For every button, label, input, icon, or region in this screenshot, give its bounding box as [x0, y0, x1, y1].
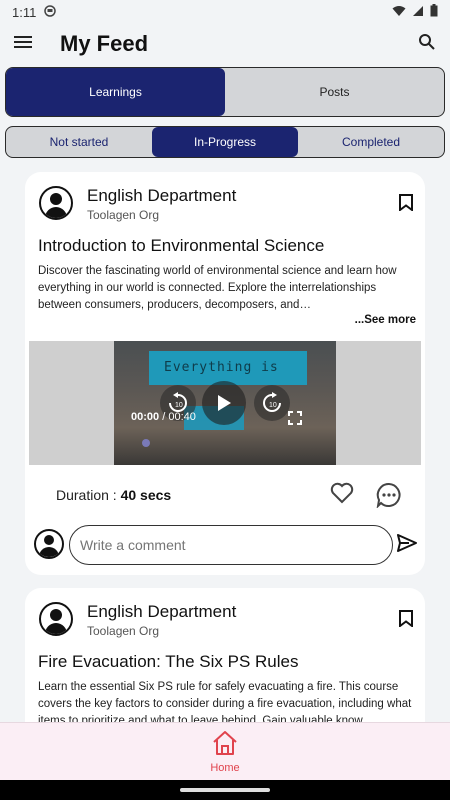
course-description: Learn the essential Six PS rule for safe… — [38, 681, 412, 723]
video-time: 00:00 / 00:40 — [131, 411, 196, 423]
commenter-avatar — [34, 529, 64, 559]
time-separator: / — [162, 411, 166, 423]
svg-text:10: 10 — [175, 402, 183, 409]
progress-filter-bar: Not started In-Progress Completed — [5, 126, 445, 158]
notification-icon — [44, 4, 57, 20]
total-time: 00:40 — [168, 411, 196, 423]
gesture-bar — [0, 780, 450, 800]
card-header: English Department Toolagen Org — [25, 172, 425, 230]
video-overlay-text: Everything is — [164, 360, 279, 375]
duration-label: Duration : — [56, 487, 121, 503]
page-title: My Feed — [60, 31, 149, 56]
main-tab-bar: Learnings Posts — [5, 67, 445, 117]
send-icon[interactable] — [397, 534, 417, 557]
current-time: 00:00 — [131, 411, 160, 423]
department-name: English Department — [87, 186, 237, 205]
seek-handle[interactable] — [142, 439, 150, 447]
video-player[interactable]: Everything is 10 10 00:00 / 00:40 — [29, 341, 421, 465]
heart-icon[interactable] — [330, 482, 354, 509]
see-more-link[interactable]: ...See more — [355, 314, 416, 326]
play-icon[interactable] — [202, 381, 246, 425]
menu-icon[interactable] — [14, 35, 32, 54]
course-title[interactable]: Fire Evacuation: The Six PS Rules — [38, 652, 298, 672]
avatar — [39, 602, 73, 636]
bookmark-icon[interactable] — [399, 610, 413, 632]
comment-input[interactable] — [69, 525, 393, 565]
org-name: Toolagen Org — [87, 208, 160, 222]
tab-in-progress[interactable]: In-Progress — [152, 127, 298, 157]
home-icon[interactable] — [211, 730, 239, 761]
comment-bubble-icon[interactable] — [376, 482, 402, 513]
tab-not-started[interactable]: Not started — [6, 127, 152, 157]
tab-learnings[interactable]: Learnings — [6, 68, 225, 116]
status-time: 1:11 — [12, 4, 37, 20]
department-name: English Department — [87, 602, 237, 621]
tab-posts[interactable]: Posts — [225, 68, 444, 116]
signal-icon — [412, 5, 424, 20]
bottom-navigation: Home — [0, 722, 450, 780]
bookmark-icon[interactable] — [399, 194, 413, 216]
forward-10-icon[interactable]: 10 — [254, 385, 290, 421]
course-description: Discover the fascinating world of enviro… — [38, 265, 397, 311]
card-header: English Department Toolagen Org — [25, 588, 425, 646]
home-indicator[interactable] — [180, 788, 270, 792]
fullscreen-icon[interactable] — [288, 411, 302, 430]
svg-text:10: 10 — [269, 402, 277, 409]
avatar — [39, 186, 73, 220]
status-bar: 1:11 — [0, 0, 450, 24]
feed-card: English Department Toolagen Org Introduc… — [25, 172, 425, 575]
video-frame: Everything is 10 10 00:00 / 00:40 — [114, 341, 336, 465]
duration: Duration : 40 secs — [56, 487, 171, 503]
search-icon[interactable] — [418, 33, 436, 56]
duration-value: 40 secs — [120, 487, 172, 503]
tab-completed[interactable]: Completed — [298, 127, 444, 157]
wifi-icon — [392, 5, 406, 20]
org-name: Toolagen Org — [87, 624, 160, 638]
nav-home-label[interactable]: Home — [210, 762, 239, 774]
battery-icon — [430, 4, 438, 20]
course-title[interactable]: Introduction to Environmental Science — [38, 236, 324, 256]
app-bar: My Feed — [0, 24, 450, 64]
